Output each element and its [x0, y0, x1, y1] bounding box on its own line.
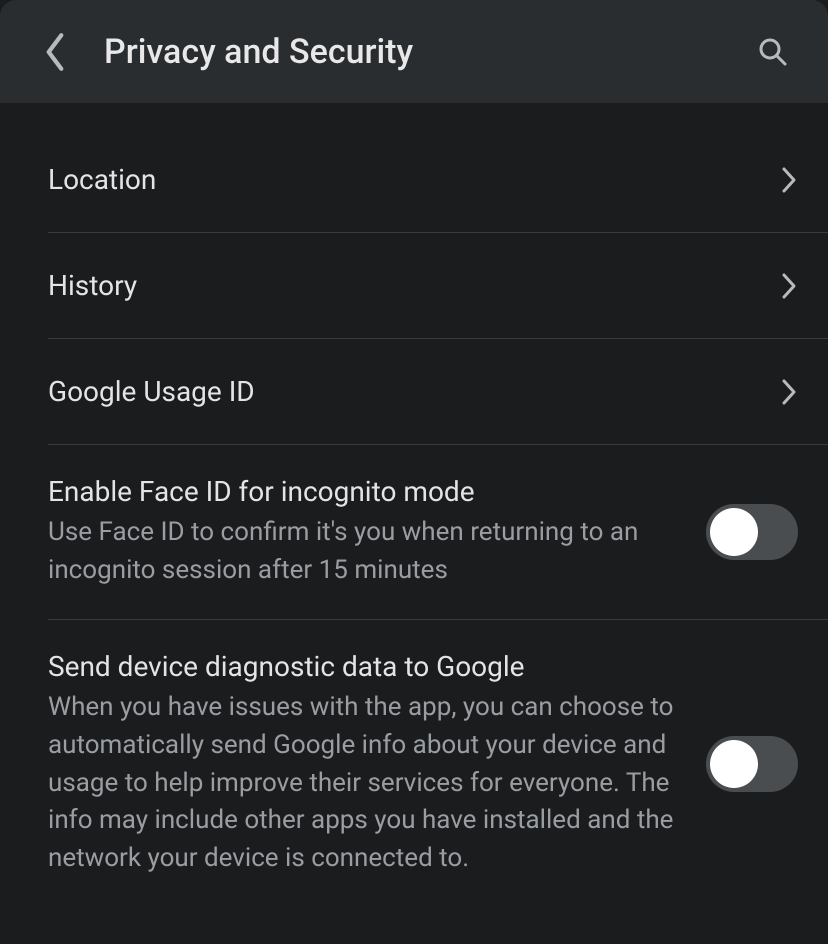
search-button[interactable]: [748, 27, 798, 77]
face-id-title: Enable Face ID for incognito mode: [48, 475, 686, 508]
diagnostics-toggle[interactable]: [706, 736, 798, 792]
chevron-left-icon: [41, 31, 69, 73]
diagnostics-toggle-item: Send device diagnostic data to Google Wh…: [0, 620, 828, 907]
diagnostics-description: When you have issues with the app, you c…: [48, 689, 686, 877]
diagnostics-title: Send device diagnostic data to Google: [48, 650, 686, 683]
history-label: History: [48, 269, 780, 302]
diagnostics-text: Send device diagnostic data to Google Wh…: [48, 650, 706, 877]
page-title: Privacy and Security: [104, 32, 748, 72]
face-id-text: Enable Face ID for incognito mode Use Fa…: [48, 475, 706, 589]
location-item[interactable]: Location: [0, 127, 828, 232]
chevron-right-icon: [780, 377, 798, 407]
face-id-description: Use Face ID to confirm it's you when ret…: [48, 514, 686, 589]
search-icon: [757, 36, 789, 68]
toggle-knob: [710, 508, 758, 556]
google-usage-id-label: Google Usage ID: [48, 375, 780, 408]
history-item[interactable]: History: [0, 233, 828, 338]
face-id-toggle[interactable]: [706, 504, 798, 560]
settings-list: Location History Google Usage ID Enab: [0, 103, 828, 908]
back-button[interactable]: [30, 27, 80, 77]
location-label: Location: [48, 163, 780, 196]
chevron-right-icon: [780, 271, 798, 301]
header: Privacy and Security: [0, 0, 828, 103]
toggle-knob: [710, 740, 758, 788]
chevron-right-icon: [780, 165, 798, 195]
google-usage-id-item[interactable]: Google Usage ID: [0, 339, 828, 444]
face-id-toggle-item: Enable Face ID for incognito mode Use Fa…: [0, 445, 828, 619]
